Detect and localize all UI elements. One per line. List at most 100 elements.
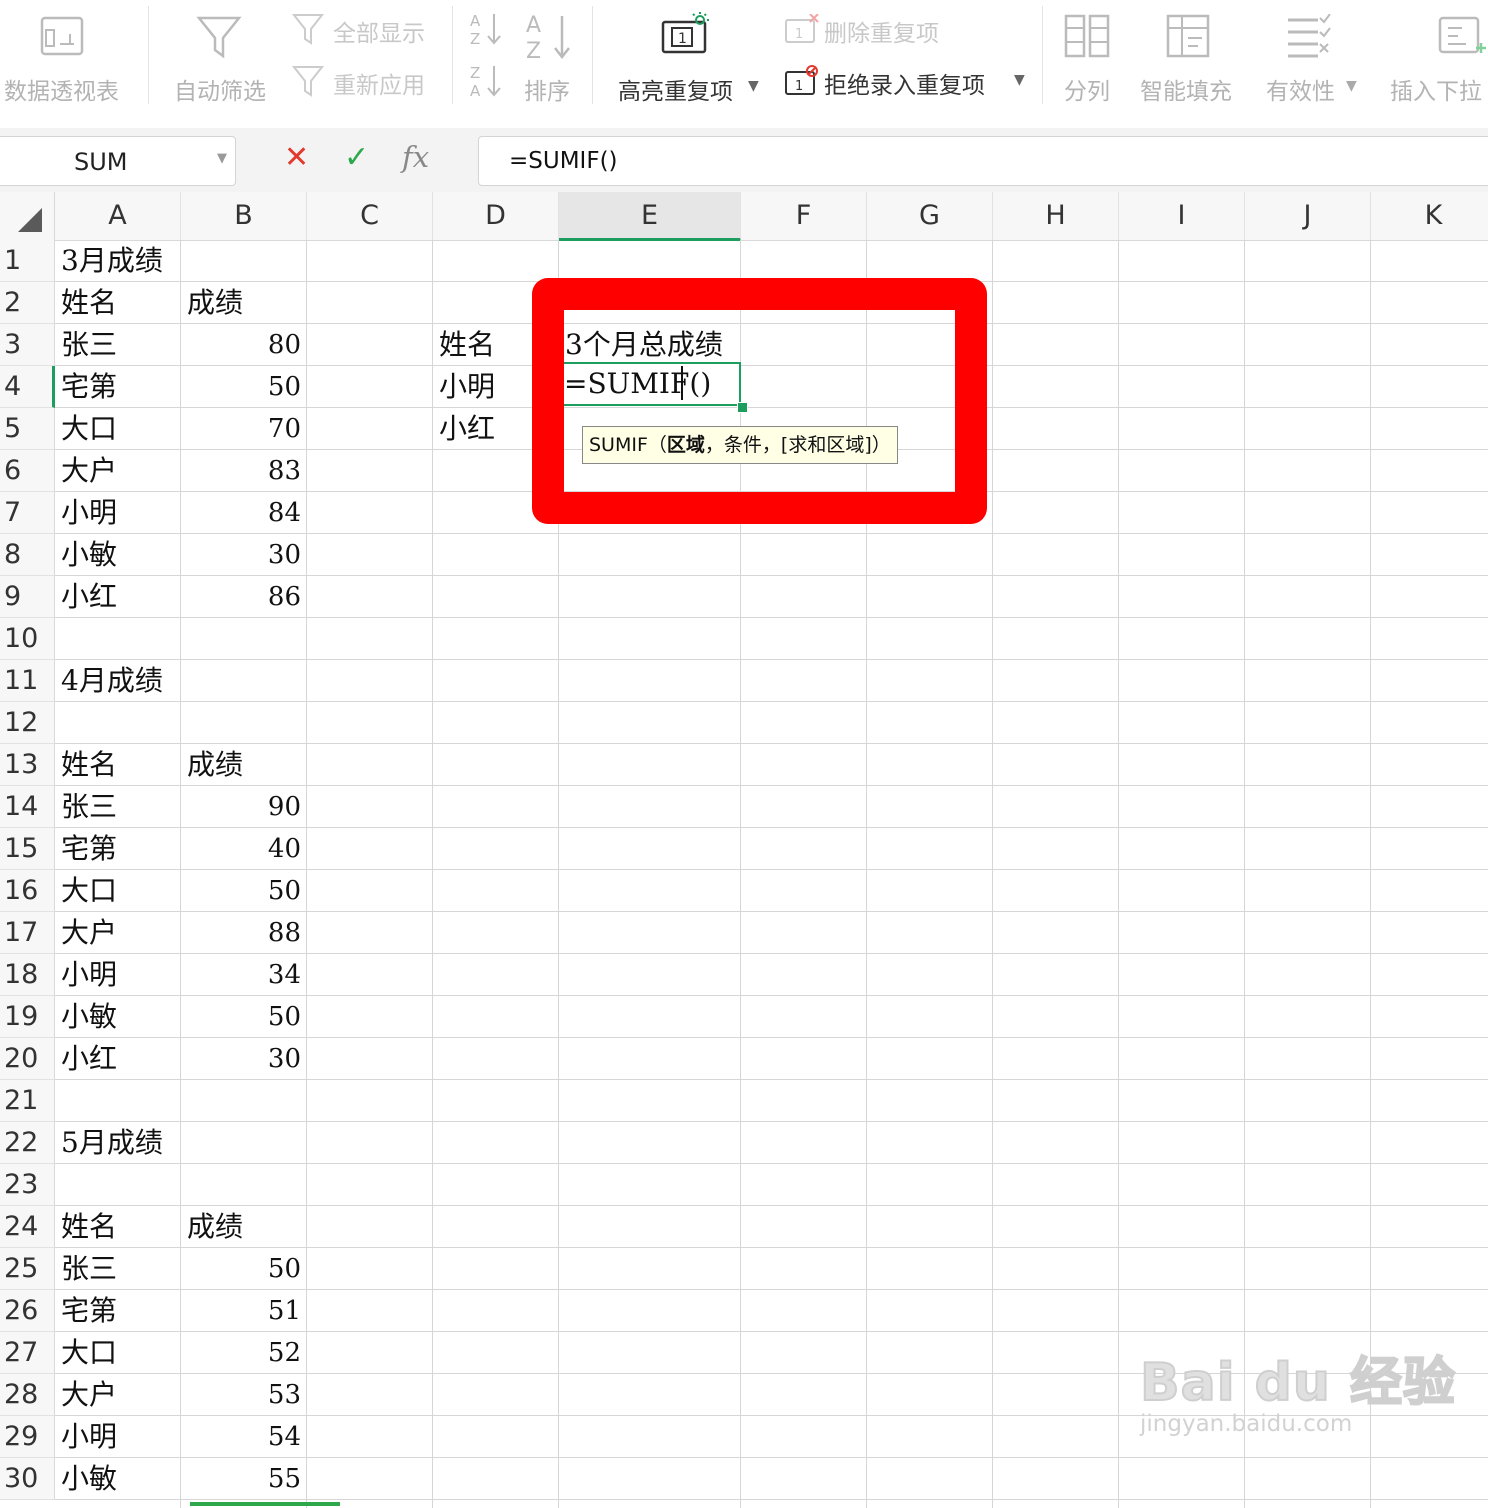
row-header-28[interactable]: 28 <box>0 1374 55 1416</box>
confirm-icon[interactable]: ✓ <box>344 140 369 175</box>
cell-a19[interactable]: 小敏 <box>61 996 117 1038</box>
row-header-16[interactable]: 16 <box>0 870 55 912</box>
row-header-29[interactable]: 29 <box>0 1416 55 1458</box>
cell-b30[interactable]: 55 <box>181 1458 301 1500</box>
filter-icon[interactable] <box>196 14 242 60</box>
row-header-17[interactable]: 17 <box>0 912 55 954</box>
reject-duplicates-button[interactable]: 拒绝录入重复项 <box>824 66 985 100</box>
sort-ascending-icon[interactable]: AZ <box>470 10 502 48</box>
column-header-c[interactable]: C <box>307 192 433 240</box>
highlight-duplicates-dropdown-icon[interactable]: ▼ <box>748 78 759 94</box>
cell-a28[interactable]: 大户 <box>61 1374 117 1416</box>
validation-button[interactable]: 有效性 <box>1266 72 1335 106</box>
cell-a5[interactable]: 大口 <box>61 408 117 450</box>
cancel-icon[interactable]: ✕ <box>284 140 309 175</box>
cell-a1[interactable]: 3月成绩 <box>61 240 163 282</box>
sort-descending-icon[interactable]: ZA <box>470 62 502 100</box>
cell-a3[interactable]: 张三 <box>61 324 117 366</box>
cell-a6[interactable]: 大户 <box>61 450 117 492</box>
row-header-30[interactable]: 30 <box>0 1458 55 1500</box>
cell-b24[interactable]: 成绩 <box>187 1206 243 1248</box>
row-header-2[interactable]: 2 <box>0 282 55 324</box>
cell-b3[interactable]: 80 <box>181 324 301 366</box>
cell-d4[interactable]: 小明 <box>439 366 495 408</box>
row-header-23[interactable]: 23 <box>0 1164 55 1206</box>
cell-a13[interactable]: 姓名 <box>61 744 117 786</box>
cell-b20[interactable]: 30 <box>181 1038 301 1080</box>
row-header-22[interactable]: 22 <box>0 1122 55 1164</box>
cell-b25[interactable]: 50 <box>181 1248 301 1290</box>
cell-b17[interactable]: 88 <box>181 912 301 954</box>
cell-a9[interactable]: 小红 <box>61 576 117 618</box>
split-column-button[interactable]: 分列 <box>1064 72 1110 106</box>
column-header-h[interactable]: H <box>993 192 1119 240</box>
cell-a25[interactable]: 张三 <box>61 1248 117 1290</box>
cell-b5[interactable]: 70 <box>181 408 301 450</box>
column-header-k[interactable]: K <box>1371 192 1488 240</box>
split-column-icon[interactable] <box>1064 14 1110 58</box>
cell-a2[interactable]: 姓名 <box>61 282 117 324</box>
cell-b2[interactable]: 成绩 <box>187 282 243 324</box>
row-header-12[interactable]: 12 <box>0 702 55 744</box>
cell-b27[interactable]: 52 <box>181 1332 301 1374</box>
horizontal-scrollbar-thumb[interactable] <box>190 1502 340 1506</box>
sort-icon[interactable]: AZ <box>524 10 572 64</box>
column-header-e[interactable]: E <box>559 192 741 241</box>
cell-b28[interactable]: 53 <box>181 1374 301 1416</box>
delete-duplicates-button[interactable]: 删除重复项 <box>824 14 939 48</box>
row-header-5[interactable]: 5 <box>0 408 55 450</box>
cell-b16[interactable]: 50 <box>181 870 301 912</box>
row-header-7[interactable]: 7 <box>0 492 55 534</box>
cell-b13[interactable]: 成绩 <box>187 744 243 786</box>
select-all-corner[interactable] <box>0 192 55 240</box>
row-header-26[interactable]: 26 <box>0 1290 55 1332</box>
cell-a27[interactable]: 大口 <box>61 1332 117 1374</box>
cell-a8[interactable]: 小敏 <box>61 534 117 576</box>
reapply-button[interactable]: 重新应用 <box>333 66 425 100</box>
cell-a30[interactable]: 小敏 <box>61 1458 117 1500</box>
row-header-15[interactable]: 15 <box>0 828 55 870</box>
cell-a18[interactable]: 小明 <box>61 954 117 996</box>
column-header-a[interactable]: A <box>55 192 181 240</box>
cell-a7[interactable]: 小明 <box>61 492 117 534</box>
cell-b19[interactable]: 50 <box>181 996 301 1038</box>
cell-b9[interactable]: 86 <box>181 576 301 618</box>
row-header-14[interactable]: 14 <box>0 786 55 828</box>
cell-b26[interactable]: 51 <box>181 1290 301 1332</box>
cell-b15[interactable]: 40 <box>181 828 301 870</box>
row-header-24[interactable]: 24 <box>0 1206 55 1248</box>
cell-a17[interactable]: 大户 <box>61 912 117 954</box>
cell-a11[interactable]: 4月成绩 <box>61 660 163 702</box>
cell-d3[interactable]: 姓名 <box>439 324 495 366</box>
insert-dropdown-icon[interactable] <box>1438 14 1486 60</box>
validation-dropdown-icon[interactable]: ▼ <box>1346 78 1357 94</box>
cell-b29[interactable]: 54 <box>181 1416 301 1458</box>
insert-dropdown-button[interactable]: 插入下拉 <box>1390 72 1482 106</box>
smart-fill-button[interactable]: 智能填充 <box>1140 72 1232 106</box>
select-all-icon[interactable] <box>18 208 42 232</box>
cell-d5[interactable]: 小红 <box>439 408 495 450</box>
row-header-20[interactable]: 20 <box>0 1038 55 1080</box>
row-header-19[interactable]: 19 <box>0 996 55 1038</box>
row-header-27[interactable]: 27 <box>0 1332 55 1374</box>
cell-a15[interactable]: 宅第 <box>61 828 117 870</box>
insert-function-icon[interactable]: fx <box>402 140 429 174</box>
row-header-8[interactable]: 8 <box>0 534 55 576</box>
cell-a4[interactable]: 宅第 <box>61 366 117 408</box>
cell-b14[interactable]: 90 <box>181 786 301 828</box>
row-header-25[interactable]: 25 <box>0 1248 55 1290</box>
name-box[interactable]: SUM ▼ <box>0 136 236 186</box>
column-header-i[interactable]: I <box>1119 192 1245 240</box>
row-header-4[interactable]: 4 <box>0 366 55 408</box>
cell-a22[interactable]: 5月成绩 <box>61 1122 163 1164</box>
name-box-dropdown-icon[interactable]: ▼ <box>217 151 227 166</box>
reject-duplicates-icon[interactable]: 1 <box>784 64 820 96</box>
column-header-b[interactable]: B <box>181 192 307 240</box>
column-header-j[interactable]: J <box>1245 192 1371 240</box>
cell-a16[interactable]: 大口 <box>61 870 117 912</box>
cell-b6[interactable]: 83 <box>181 450 301 492</box>
row-header-11[interactable]: 11 <box>0 660 55 702</box>
row-header-21[interactable]: 21 <box>0 1080 55 1122</box>
cell-b8[interactable]: 30 <box>181 534 301 576</box>
row-header-13[interactable]: 13 <box>0 744 55 786</box>
